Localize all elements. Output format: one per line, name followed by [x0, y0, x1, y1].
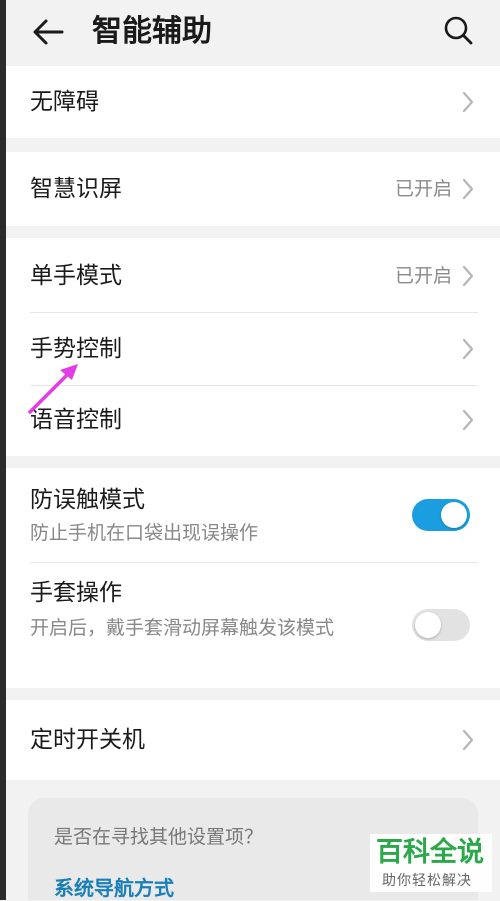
menu-item-title: 手套操作 [30, 580, 122, 606]
settings-card-accessibility: 无障碍 [6, 66, 500, 138]
status-text: 已开启 [394, 178, 452, 200]
settings-card-touch: 防误触模式 防止手机在口袋出现误操作 手套操作 开启后，戴手套滑动屏幕触发该模式 [6, 468, 500, 688]
settings-card-smart-screen: 智慧识屏 已开启 [6, 152, 500, 226]
menu-item-subtitle: 开启后，戴手套滑动屏幕触发该模式 [30, 617, 335, 639]
glove-toggle[interactable] [412, 609, 470, 641]
chevron-right-icon [462, 338, 474, 360]
status-text: 已开启 [394, 265, 452, 287]
menu-item-subtitle: 防止手机在口袋出现误操作 [30, 522, 259, 544]
chevron-right-icon [462, 729, 474, 751]
chevron-right-icon [462, 178, 474, 200]
menu-item-anti-touch[interactable]: 防误触模式 防止手机在口袋出现误操作 [6, 468, 500, 562]
menu-item-title: 智慧识屏 [30, 176, 122, 202]
menu-item-title: 单手模式 [30, 263, 122, 289]
anti-touch-toggle[interactable] [412, 499, 470, 531]
chevron-right-icon [462, 265, 474, 287]
chevron-right-icon [462, 91, 474, 113]
suggestion-link-system-navigation[interactable]: 系统导航方式 [54, 872, 174, 901]
annotation-arrow-icon [28, 364, 78, 414]
suggestions-question: 是否在寻找其他设置项？ [54, 826, 264, 848]
back-button[interactable] [28, 12, 68, 52]
menu-item-title: 防误触模式 [30, 487, 145, 513]
header-bar: 智能辅助 [6, 0, 500, 64]
toggle-knob [415, 612, 441, 638]
settings-card-controls: 单手模式 已开启 手势控制 语音控制 [6, 238, 500, 456]
page-title: 智能辅助 [92, 14, 212, 49]
menu-item-glove[interactable]: 手套操作 开启后，戴手套滑动屏幕触发该模式 [6, 563, 500, 688]
watermark-main-text: 百科全说 [376, 837, 484, 868]
search-icon [444, 16, 473, 45]
menu-item-title: 无障碍 [30, 89, 99, 115]
settings-card-timer: 定时开关机 [6, 700, 500, 780]
watermark-logo: 百科全说 助你轻松解决 [370, 834, 492, 892]
menu-item-accessibility[interactable]: 无障碍 [6, 66, 500, 138]
watermark-sub-text: 助你轻松解决 [382, 873, 472, 889]
menu-item-smart-screen[interactable]: 智慧识屏 已开启 [6, 152, 500, 226]
toggle-knob [441, 502, 467, 528]
menu-item-timer-power[interactable]: 定时开关机 [6, 700, 500, 780]
menu-item-title: 定时开关机 [30, 727, 145, 753]
search-button[interactable] [438, 10, 478, 50]
menu-item-one-hand[interactable]: 单手模式 已开启 [6, 238, 500, 312]
arrow-left-icon [33, 19, 64, 45]
chevron-right-icon [462, 409, 474, 431]
